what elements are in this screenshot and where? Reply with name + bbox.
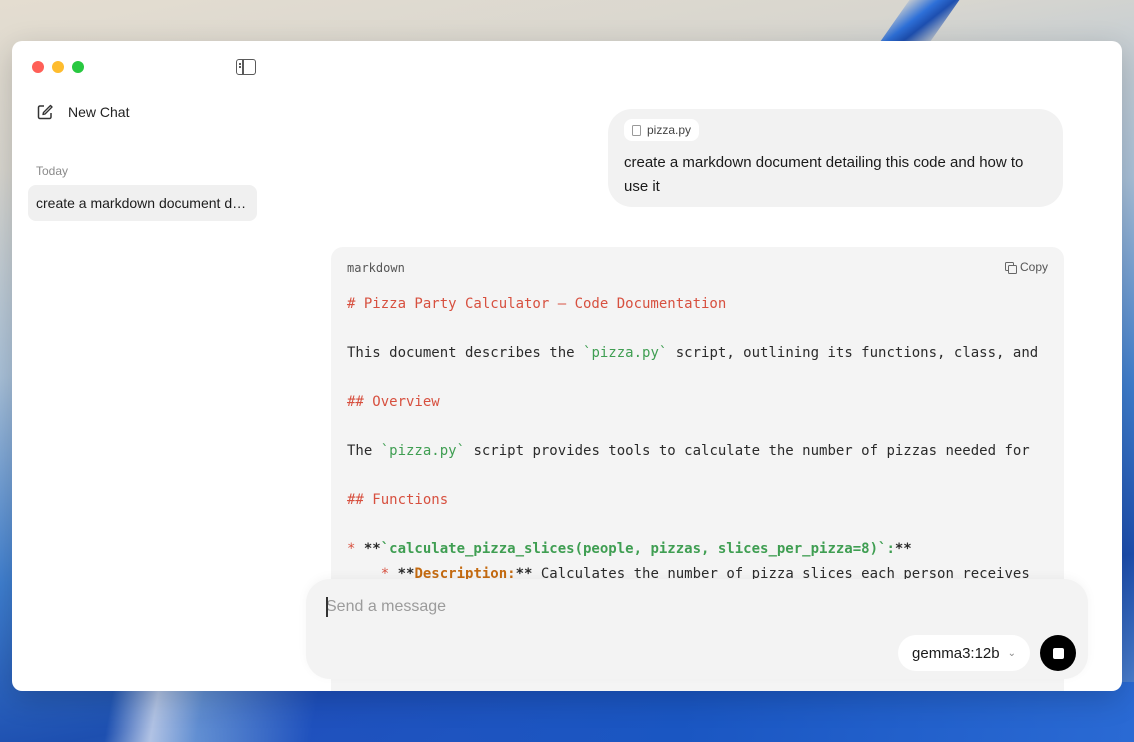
code-token: `pizza.py` [583,345,668,361]
user-message-text: create a markdown document detailing thi… [624,154,1024,195]
user-message: pizza.py create a markdown document deta… [608,109,1063,207]
copy-button[interactable]: Copy [1004,260,1048,274]
code-token: script, outlining its functions, class, … [667,345,1039,361]
attachment-name: pizza.py [647,123,692,137]
code-token: `pizza.py` [380,443,466,459]
code-token: script provides tools to calculate the n… [465,443,1030,459]
copy-icon [1004,261,1017,274]
message-input[interactable] [326,595,1026,619]
compose-icon [37,104,53,120]
message-composer: gemma3:12b ⌄ [306,579,1088,679]
history-item[interactable]: create a markdown document detailing thi… [28,185,257,221]
copy-label: Copy [1019,260,1048,274]
close-window-button[interactable] [32,61,44,73]
code-token: * [347,541,364,557]
code-language-label: markdown [347,261,405,275]
code-token: # Pizza Party Calculator – Code Document… [347,296,727,312]
file-icon [632,124,641,136]
stop-icon [1052,647,1064,659]
model-name: gemma3:12b [912,644,1000,662]
history-section-label: Today [36,164,69,178]
code-line: This document describes the `pizza.py` s… [347,341,1064,366]
code-line: # Pizza Party Calculator – Code Document… [347,292,1064,317]
code-token: ## Functions [347,492,449,508]
code-line: The `pizza.py` script provides tools to … [347,439,1064,464]
code-token: This document describes the [347,345,584,361]
minimize-window-button[interactable] [52,61,64,73]
code-token: ## Overview [347,394,440,410]
new-chat-button[interactable]: New Chat [36,101,129,123]
code-token: ** [363,541,381,557]
window-controls [32,61,84,73]
code-content: # Pizza Party Calculator – Code Document… [347,292,1064,586]
code-line: ## Overview [347,390,1064,415]
chevron-down-icon: ⌄ [1007,647,1016,659]
zoom-window-button[interactable] [72,61,84,73]
code-line: ## Functions [347,488,1064,513]
app-window: New Chat Today create a markdown documen… [12,41,1122,691]
code-token: `calculate_pizza_slices(people, pizzas, … [380,541,895,557]
wallpaper-streak-bottom [0,682,1134,742]
sidebar-toggle-icon[interactable] [236,59,256,75]
code-token: ** [894,541,912,557]
new-chat-label: New Chat [68,104,130,120]
stop-button[interactable] [1040,635,1076,671]
attachment-chip[interactable]: pizza.py [624,119,700,141]
text-caret [326,597,328,617]
code-token: The [347,443,381,459]
code-line: * **`calculate_pizza_slices(people, pizz… [347,537,1064,562]
model-selector[interactable]: gemma3:12b ⌄ [898,635,1030,671]
